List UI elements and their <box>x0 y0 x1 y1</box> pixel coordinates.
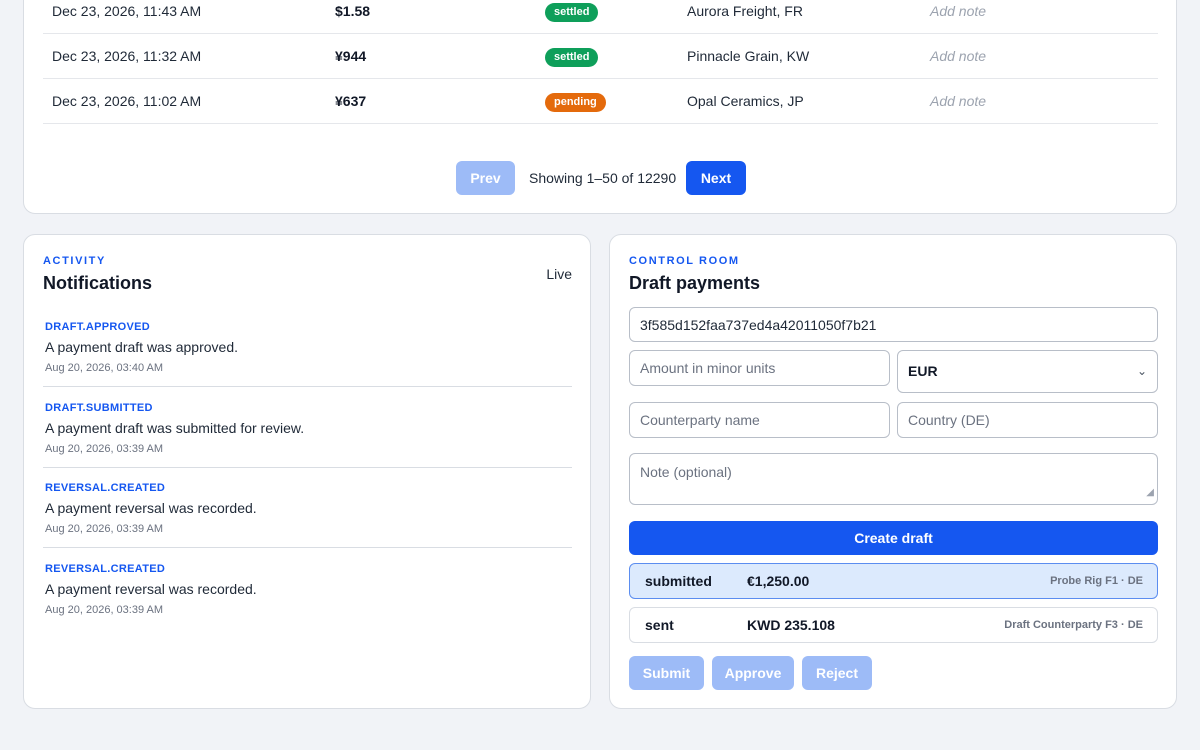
notification-type: REVERSAL.CREATED <box>45 482 166 494</box>
tx-date: Dec 23, 2026, 11:02 AM <box>52 93 202 109</box>
tx-amount: ¥637 <box>335 93 367 109</box>
table-row: Dec 23, 2026, 11:43 AM $1.58 settled Aur… <box>43 0 1158 34</box>
notification-item: DRAFT.APPROVED A payment draft was appro… <box>43 306 572 387</box>
create-draft-button[interactable]: Create draft <box>629 521 1158 555</box>
approve-button[interactable]: Approve <box>712 656 794 690</box>
notification-message: A payment reversal was recorded. <box>45 581 257 597</box>
pagination-summary: Showing 1–50 of 12290 <box>529 170 677 186</box>
status-badge-cell: pending <box>545 79 606 124</box>
reject-button[interactable]: Reject <box>802 656 872 690</box>
notification-item: DRAFT.SUBMITTED A payment draft was subm… <box>43 387 572 468</box>
status-badge-cell: settled <box>545 34 599 79</box>
notification-type: REVERSAL.CREATED <box>45 563 166 575</box>
draft-status: submitted <box>645 573 712 589</box>
tx-counterparty: Aurora Freight, FR <box>687 3 803 19</box>
submit-button[interactable]: Submit <box>629 656 704 690</box>
draft-payments-card: CONTROL ROOM Draft payments 3f585d152faa… <box>609 234 1177 709</box>
draft-amount: KWD 235.108 <box>747 617 835 633</box>
notification-type: DRAFT.APPROVED <box>45 321 151 333</box>
notification-message: A payment draft was approved. <box>45 339 238 355</box>
notification-time: Aug 20, 2026, 03:39 AM <box>45 443 164 455</box>
draft-counterparty: Probe Rig F1 · DE <box>1050 575 1143 587</box>
notifications-title: Notifications <box>43 273 153 293</box>
tx-counterparty: Pinnacle Grain, KW <box>687 48 810 64</box>
tx-date: Dec 23, 2026, 11:43 AM <box>52 3 202 19</box>
amount-input[interactable]: Amount in minor units <box>629 350 890 386</box>
notifications-card: ACTIVITY Notifications Live DRAFT.APPROV… <box>23 234 591 709</box>
notifications-eyebrow: ACTIVITY <box>43 255 106 267</box>
table-row: Dec 23, 2026, 11:32 AM ¥944 settled Pinn… <box>43 34 1158 79</box>
tx-amount: ¥944 <box>335 48 367 64</box>
notification-time: Aug 20, 2026, 03:39 AM <box>45 523 164 535</box>
status-badge: settled <box>545 2 599 22</box>
add-note-link[interactable]: Add note <box>930 0 986 34</box>
notification-item: REVERSAL.CREATED A payment reversal was … <box>43 548 572 629</box>
status-badge-cell: settled <box>545 0 599 34</box>
counterparty-name-input[interactable]: Counterparty name <box>629 402 890 438</box>
transactions-card: Dec 23, 2026, 11:43 AM $1.58 settled Aur… <box>23 0 1177 214</box>
notification-message: A payment reversal was recorded. <box>45 500 257 516</box>
notification-type: DRAFT.SUBMITTED <box>45 402 153 414</box>
draft-row-selected[interactable]: submitted €1,250.00 Probe Rig F1 · DE <box>629 563 1158 599</box>
tx-counterparty: Opal Ceramics, JP <box>687 93 804 109</box>
status-badge: pending <box>545 92 606 112</box>
notification-time: Aug 20, 2026, 03:40 AM <box>45 362 164 374</box>
next-page-button[interactable]: Next <box>686 161 746 195</box>
country-input[interactable]: Country (DE) <box>897 402 1158 438</box>
add-note-link[interactable]: Add note <box>930 34 986 79</box>
notification-item: REVERSAL.CREATED A payment reversal was … <box>43 467 572 548</box>
currency-selected-value: EUR <box>908 363 938 379</box>
chevron-down-icon: ⌄ <box>1136 364 1147 378</box>
draft-counterparty: Draft Counterparty F3 · DE <box>1004 619 1143 631</box>
draft-payments-title: Draft payments <box>629 273 761 293</box>
control-room-eyebrow: CONTROL ROOM <box>629 255 740 267</box>
tx-date: Dec 23, 2026, 11:32 AM <box>52 48 202 64</box>
table-row: Dec 23, 2026, 11:02 AM ¥637 pending Opal… <box>43 79 1158 124</box>
draft-row[interactable]: sent KWD 235.108 Draft Counterparty F3 ·… <box>629 607 1158 643</box>
draft-status: sent <box>645 617 674 633</box>
note-textarea[interactable]: Note (optional) ◢ <box>629 453 1158 505</box>
notification-message: A payment draft was submitted for review… <box>45 420 305 436</box>
notification-time: Aug 20, 2026, 03:39 AM <box>45 604 164 616</box>
idempotency-key-input[interactable]: 3f585d152faa737ed4a42011050f7b21 <box>629 307 1158 342</box>
prev-page-button[interactable]: Prev <box>456 161 515 195</box>
tx-amount: $1.58 <box>335 3 371 19</box>
resize-handle-icon[interactable]: ◢ <box>1146 484 1154 502</box>
draft-amount: €1,250.00 <box>747 573 810 589</box>
note-placeholder: Note (optional) <box>640 464 732 480</box>
add-note-link[interactable]: Add note <box>930 79 986 124</box>
status-badge: settled <box>545 47 599 67</box>
currency-select[interactable]: EUR ⌄ <box>897 350 1158 393</box>
live-indicator: Live <box>546 266 572 282</box>
